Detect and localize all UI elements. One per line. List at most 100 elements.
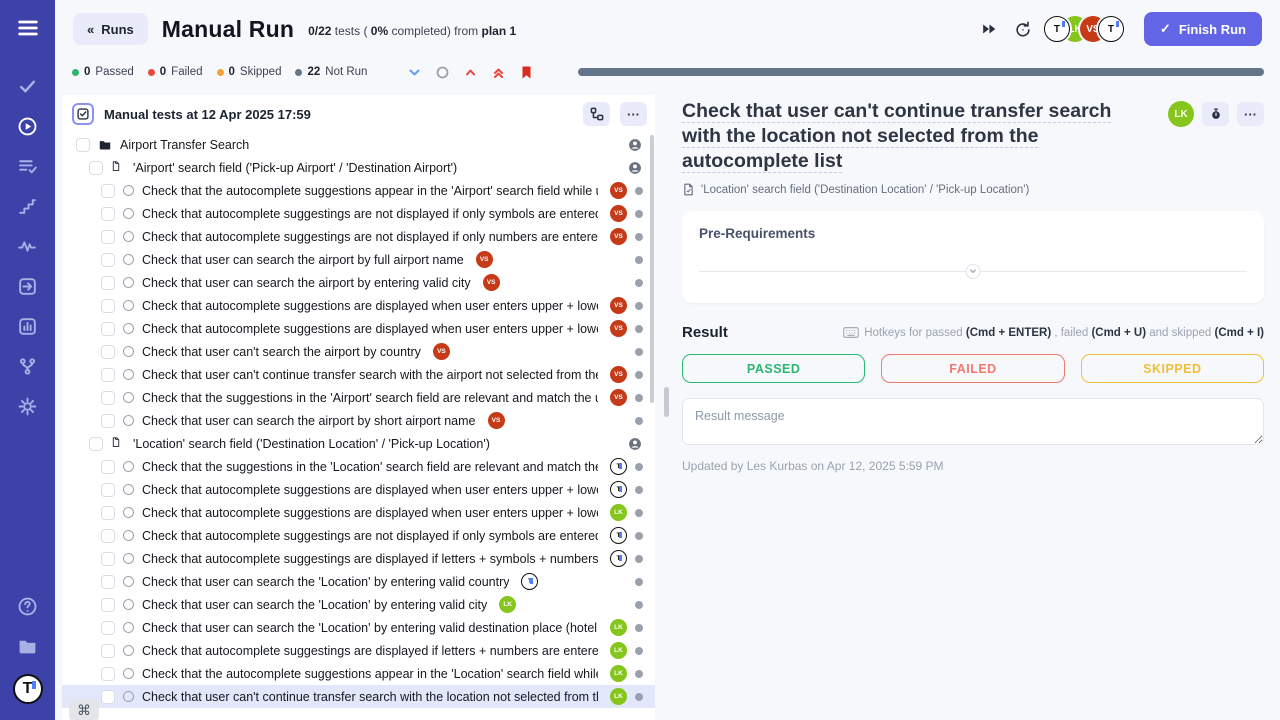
expand-chevron-icon[interactable] xyxy=(966,264,981,279)
row-checkbox[interactable] xyxy=(101,391,115,405)
test-row[interactable]: Check that the suggestions in the 'Locat… xyxy=(62,455,655,478)
list-scrollbar[interactable] xyxy=(650,135,654,403)
detail-more-button[interactable]: ··· xyxy=(1237,102,1264,126)
counter-skipped: 0Skipped xyxy=(217,66,282,78)
chevrons-up-filter-icon[interactable] xyxy=(491,65,506,80)
row-checkbox[interactable] xyxy=(101,667,115,681)
row-checkbox[interactable] xyxy=(101,345,115,359)
file-row-group-2[interactable]: 'Location' search field ('Destination Lo… xyxy=(62,432,655,455)
not-run-dot xyxy=(635,532,643,540)
assignee-person-icon[interactable] xyxy=(627,160,643,176)
not-run-dot xyxy=(635,256,643,264)
integrations-icon[interactable] xyxy=(0,346,55,386)
circle-filter-icon[interactable] xyxy=(435,65,450,80)
test-plans-icon[interactable] xyxy=(0,146,55,186)
row-checkbox[interactable] xyxy=(101,575,115,589)
test-row[interactable]: Check that user can search the airport b… xyxy=(62,409,655,432)
fast-forward-icon[interactable] xyxy=(980,19,1000,39)
document-icon xyxy=(682,183,695,196)
row-checkbox[interactable] xyxy=(101,207,115,221)
row-checkbox[interactable] xyxy=(101,368,115,382)
assignee-person-icon[interactable] xyxy=(627,137,643,153)
menu-icon[interactable] xyxy=(0,8,55,48)
list-more-button[interactable]: ··· xyxy=(620,102,647,126)
row-checkbox[interactable] xyxy=(101,414,115,428)
test-row[interactable]: Check that user can't search the airport… xyxy=(62,340,655,363)
row-checkbox[interactable] xyxy=(101,299,115,313)
chevron-up-filter-icon[interactable] xyxy=(463,65,478,80)
projects-icon[interactable] xyxy=(0,626,55,666)
file-row-group-1[interactable]: 'Airport' search field ('Pick-up Airport… xyxy=(62,156,655,179)
test-row[interactable]: Check that autocomplete suggestings are … xyxy=(62,202,655,225)
runs-back-button[interactable]: « Runs xyxy=(73,13,148,45)
row-checkbox[interactable] xyxy=(101,184,115,198)
row-checkbox[interactable] xyxy=(101,506,115,520)
runs-icon[interactable] xyxy=(0,106,55,146)
stopwatch-button[interactable] xyxy=(1202,102,1229,126)
test-row[interactable]: Check that autocomplete suggestions are … xyxy=(62,317,655,340)
tests-icon[interactable] xyxy=(0,66,55,106)
row-checkbox[interactable] xyxy=(101,529,115,543)
test-row[interactable]: Check that autocomplete suggestions are … xyxy=(62,294,655,317)
row-checkbox[interactable] xyxy=(101,621,115,635)
settings-icon[interactable] xyxy=(0,386,55,426)
test-title[interactable]: Check that user can't continue transfer … xyxy=(682,99,1154,174)
row-checkbox[interactable] xyxy=(101,644,115,658)
assignee-person-icon[interactable] xyxy=(627,436,643,452)
restart-timer-icon[interactable] xyxy=(1014,19,1034,39)
avatar-t: T xyxy=(1098,16,1124,42)
row-checkbox[interactable] xyxy=(76,138,90,152)
test-row[interactable]: Check that user can search the airport b… xyxy=(62,248,655,271)
chevron-down-filter-icon[interactable] xyxy=(407,65,422,80)
row-checkbox[interactable] xyxy=(101,253,115,267)
skipped-button[interactable]: SKIPPED xyxy=(1081,354,1264,383)
test-row[interactable]: Check that user can search the 'Location… xyxy=(62,570,655,593)
failed-button[interactable]: FAILED xyxy=(881,354,1064,383)
milestones-icon[interactable] xyxy=(0,186,55,226)
page-title: Manual Run xyxy=(162,16,294,43)
avatar-t: T xyxy=(610,550,627,567)
row-checkbox[interactable] xyxy=(101,690,115,704)
test-row[interactable]: Check that autocomplete suggestions are … xyxy=(62,478,655,501)
row-checkbox[interactable] xyxy=(101,230,115,244)
test-row[interactable]: Check that autocomplete suggestions are … xyxy=(62,501,655,524)
test-row[interactable]: Check that autocomplete suggestings are … xyxy=(62,524,655,547)
row-checkbox[interactable] xyxy=(101,483,115,497)
not-run-dot xyxy=(635,187,643,195)
test-row[interactable]: Check that autocomplete suggestings are … xyxy=(62,639,655,662)
folder-row-folder[interactable]: Airport Transfer Search xyxy=(62,133,655,156)
passed-button[interactable]: PASSED xyxy=(682,354,865,383)
status-dot xyxy=(72,69,79,76)
test-row[interactable]: Check that the autocomplete suggestions … xyxy=(62,179,655,202)
file-icon xyxy=(111,437,125,451)
test-row[interactable]: Check that user can't continue transfer … xyxy=(62,363,655,386)
row-checkbox[interactable] xyxy=(101,276,115,290)
row-checkbox[interactable] xyxy=(101,460,115,474)
test-row[interactable]: Check that autocomplete suggestings are … xyxy=(62,225,655,248)
requirements-icon[interactable] xyxy=(0,266,55,306)
row-checkbox[interactable] xyxy=(101,322,115,336)
test-row[interactable]: Check that the suggestions in the 'Airpo… xyxy=(62,386,655,409)
row-checkbox[interactable] xyxy=(101,552,115,566)
row-checkbox[interactable] xyxy=(89,437,103,451)
select-all-checkbox[interactable] xyxy=(72,103,94,125)
row-checkbox[interactable] xyxy=(101,598,115,612)
test-row[interactable]: Check that user can search the 'Location… xyxy=(62,593,655,616)
panel-resize-handle[interactable] xyxy=(664,387,669,417)
test-row[interactable]: Check that the autocomplete suggestions … xyxy=(62,662,655,685)
app-logo[interactable]: T xyxy=(13,674,43,704)
finish-run-button[interactable]: ✓ Finish Run xyxy=(1144,12,1262,46)
breadcrumb[interactable]: 'Location' search field ('Destination Lo… xyxy=(682,183,1264,196)
test-row[interactable]: Check that user can search the 'Location… xyxy=(62,616,655,639)
bookmark-filter-icon[interactable] xyxy=(519,65,534,80)
row-checkbox[interactable] xyxy=(89,161,103,175)
result-message-input[interactable] xyxy=(682,398,1264,445)
activity-icon[interactable] xyxy=(0,226,55,266)
test-row[interactable]: Check that user can search the airport b… xyxy=(62,271,655,294)
help-icon[interactable] xyxy=(0,586,55,626)
reports-icon[interactable] xyxy=(0,306,55,346)
test-row[interactable]: Check that autocomplete suggestings are … xyxy=(62,547,655,570)
result-status-buttons: PASSED FAILED SKIPPED xyxy=(682,354,1264,383)
tree-view-button[interactable] xyxy=(583,102,610,126)
test-row[interactable]: Check that user can't continue transfer … xyxy=(62,685,655,708)
